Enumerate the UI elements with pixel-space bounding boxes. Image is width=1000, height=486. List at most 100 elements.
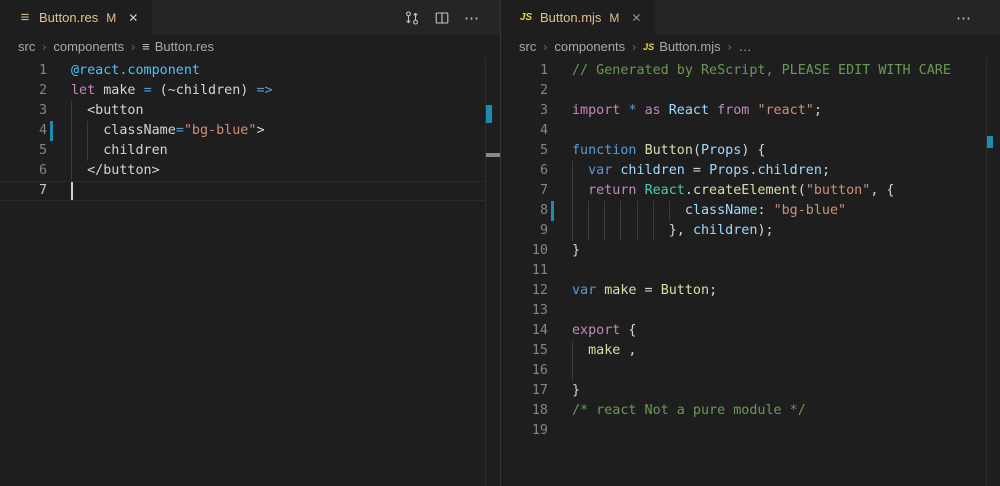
code-text: /* react Not a pure module */ (572, 401, 806, 421)
javascript-file-icon: JS (518, 10, 534, 26)
code-line[interactable]: 1@react.component (0, 61, 485, 81)
token: > (256, 123, 264, 138)
code-line[interactable]: 2 (501, 81, 986, 101)
code-line[interactable]: 18 /* react Not a pure module */ (501, 401, 986, 421)
breadcrumb-folder-components[interactable]: components (53, 39, 124, 54)
token: { (620, 323, 636, 338)
token: "button" (806, 183, 871, 198)
code-text: return React.createElement("button", { (572, 181, 895, 201)
code-text: export { (572, 321, 637, 341)
code-line[interactable]: 4 (501, 121, 986, 141)
token: make (604, 283, 636, 298)
token: // Generated by ReScript, PLEASE EDIT WI… (572, 63, 951, 78)
code-text: <button (71, 101, 144, 121)
breadcrumb-file[interactable]: JS Button.mjs (643, 39, 720, 54)
line-number: 5 (501, 141, 548, 161)
line-number: 13 (501, 301, 548, 321)
token (637, 183, 645, 198)
breadcrumb-folder-components[interactable]: components (554, 39, 625, 54)
code-line[interactable]: 19 (501, 421, 986, 441)
line-number: 6 (501, 161, 548, 181)
code-line[interactable]: 7 (0, 181, 485, 201)
breadcrumb-folder-src[interactable]: src (18, 39, 35, 54)
token: var (572, 283, 596, 298)
tab-button-res[interactable]: ≡ Button.res M ✕ (0, 0, 152, 35)
token: ) { (741, 143, 765, 158)
token: function (572, 143, 637, 158)
token: "bg-blue" (774, 203, 847, 218)
code-line[interactable]: 11 (501, 261, 986, 281)
overview-ruler-right[interactable] (986, 58, 987, 486)
token: => (256, 83, 272, 98)
token (709, 103, 717, 118)
close-tab-icon[interactable]: ✕ (126, 9, 140, 27)
close-tab-icon[interactable]: ✕ (629, 9, 643, 27)
breadcrumb-folder-src[interactable]: src (519, 39, 536, 54)
code-line[interactable]: 3 <button (0, 101, 485, 121)
token: import (572, 103, 620, 118)
code-text: make , (572, 341, 637, 361)
code-line[interactable]: 2let make = (~children) => (0, 81, 485, 101)
code-line[interactable]: 5 children (0, 141, 485, 161)
breadcrumb-file-name: Button.res (155, 39, 214, 54)
token: ( (693, 143, 701, 158)
code-line[interactable]: 10} (501, 241, 986, 261)
code-line[interactable]: 5function Button(Props) { (501, 141, 986, 161)
line-number: 16 (501, 361, 548, 381)
code-editor-right[interactable]: 1// Generated by ReScript, PLEASE EDIT W… (501, 58, 986, 486)
tab-title: Button.mjs (540, 10, 601, 25)
token: Button (661, 283, 709, 298)
line-number: 4 (0, 121, 47, 141)
code-line[interactable]: 17} (501, 381, 986, 401)
token: ; (822, 163, 830, 178)
code-line[interactable]: 7 return React.createElement("button", { (501, 181, 986, 201)
more-actions-icon[interactable]: ⋯ (462, 8, 482, 28)
code-line[interactable]: 8 className: "bg-blue" (501, 201, 986, 221)
token: createElement (693, 183, 798, 198)
token: * (628, 103, 636, 118)
ruler-cursorpos-mark (486, 153, 500, 157)
code-line[interactable]: 13 (501, 301, 986, 321)
code-line[interactable]: 6 var children = Props.children; (501, 161, 986, 181)
code-line[interactable]: 4 className="bg-blue"> (0, 121, 485, 141)
breadcrumb-file[interactable]: ≡ Button.res (142, 39, 214, 54)
token (572, 203, 685, 218)
open-changes-icon[interactable] (402, 8, 422, 28)
code-line[interactable]: 6 </button> (0, 161, 485, 181)
token: /* react Not a pure module */ (572, 403, 806, 418)
editor-group-left: ≡ Button.res M ✕ (0, 0, 500, 486)
code-line[interactable]: 9 }, children); (501, 221, 986, 241)
code-line[interactable]: 3import * as React from "react"; (501, 101, 986, 121)
code-editor-left[interactable]: 1@react.component2let make = (~children)… (0, 58, 485, 486)
token: return (588, 183, 636, 198)
line-number: 15 (501, 341, 548, 361)
more-actions-icon[interactable]: ⋯ (954, 8, 974, 28)
code-text: import * as React from "react"; (572, 101, 822, 121)
token: (~children) (152, 83, 257, 98)
code-text: let make = (~children) => (71, 81, 273, 101)
line-number: 18 (501, 401, 548, 421)
code-line[interactable]: 14export { (501, 321, 986, 341)
code-text: var children = Props.children; (572, 161, 830, 181)
line-number: 17 (501, 381, 548, 401)
token: children (757, 163, 822, 178)
code-line[interactable]: 15 make , (501, 341, 986, 361)
file-icon: JS (643, 42, 654, 52)
gutter-modified-indicator (551, 201, 554, 221)
token (572, 163, 588, 178)
code-line[interactable]: 1// Generated by ReScript, PLEASE EDIT W… (501, 61, 986, 81)
token: ); (757, 223, 773, 238)
code-line[interactable]: 12var make = Button; (501, 281, 986, 301)
indent-guide (572, 361, 573, 381)
text-cursor (71, 182, 73, 200)
token: className (685, 203, 758, 218)
tab-button-mjs[interactable]: JS Button.mjs M ✕ (501, 0, 655, 35)
breadcrumb-symbol-overflow[interactable]: … (739, 39, 752, 54)
split-editor-icon[interactable] (432, 8, 452, 28)
token: <button (71, 103, 144, 118)
tab-title: Button.res (39, 10, 98, 25)
token (572, 183, 588, 198)
line-number: 1 (0, 61, 47, 81)
token: ( (798, 183, 806, 198)
code-line[interactable]: 16 (501, 361, 986, 381)
